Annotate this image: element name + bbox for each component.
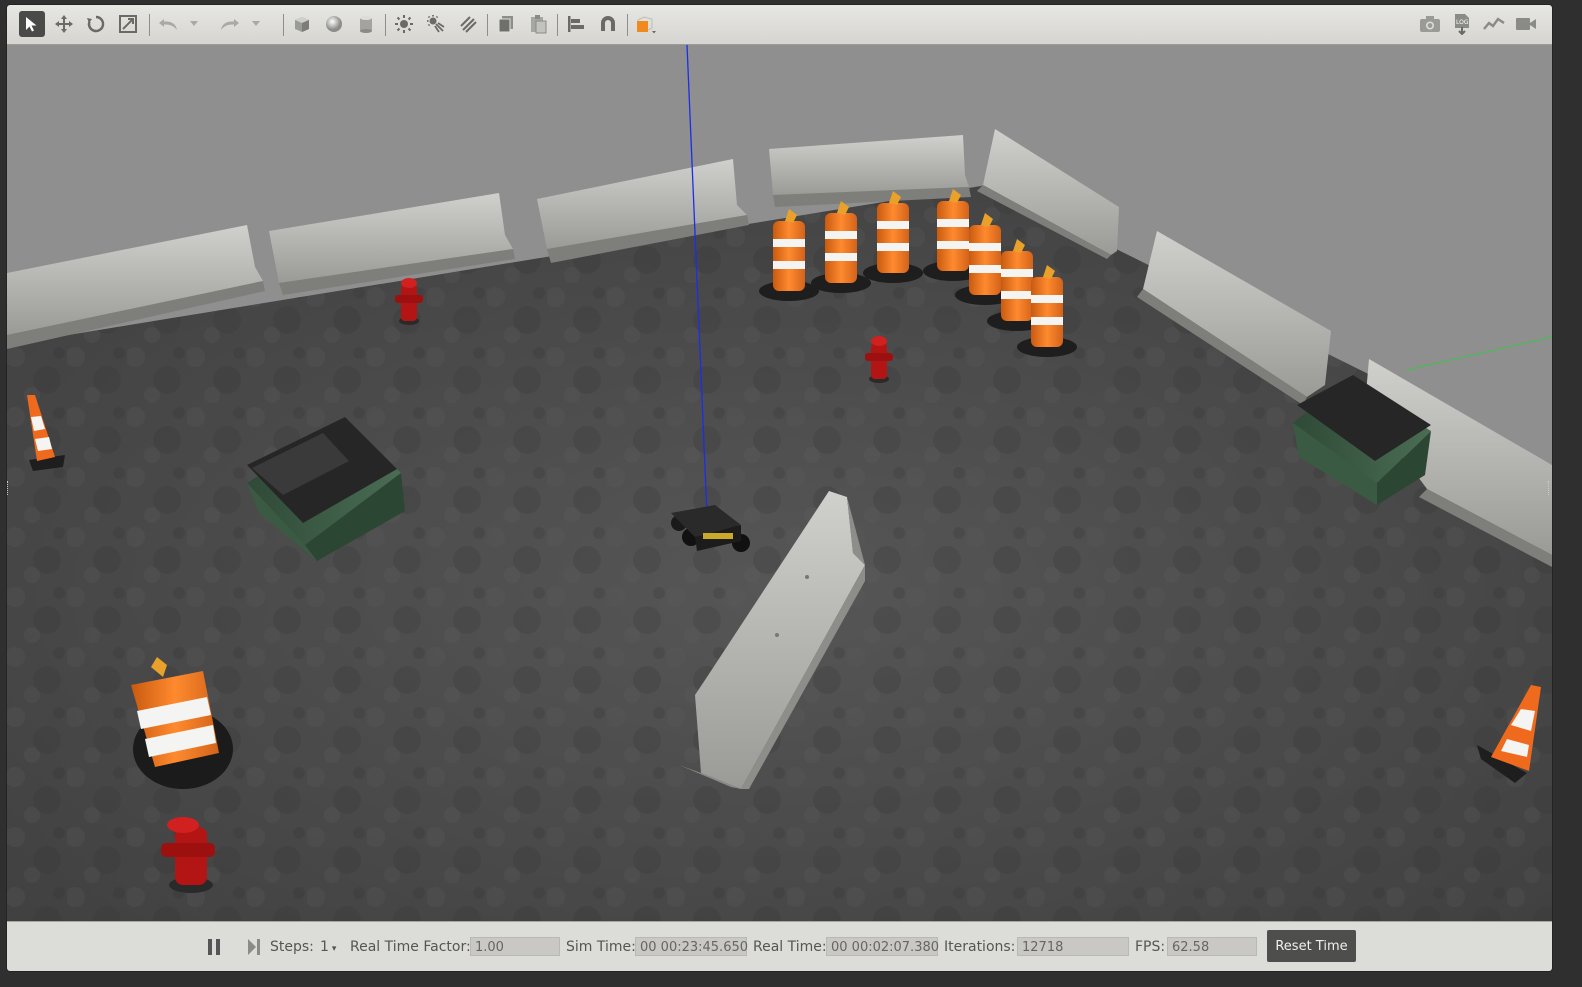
view-angle-icon[interactable]: [633, 11, 659, 37]
iterations-label: Iterations:: [944, 939, 1016, 955]
snap-icon[interactable]: [595, 11, 621, 37]
undo-dropdown-icon[interactable]: [187, 11, 201, 37]
sim-time-label: Sim Time:: [566, 939, 636, 955]
steps-spinbox[interactable]: 1 ▾: [320, 939, 336, 955]
3d-scene-viewport[interactable]: [7, 45, 1552, 921]
svg-text:LOG: LOG: [1456, 19, 1469, 26]
box-shape-icon[interactable]: [289, 11, 315, 37]
main-toolbar: LOG: [7, 5, 1552, 45]
gazebo-window: LOG Steps: 1 ▾ Real Time Factor: 1.00 Si…: [6, 4, 1553, 972]
fps-field: 62.58: [1167, 937, 1257, 956]
point-light-icon[interactable]: [391, 11, 417, 37]
iterations-field: 12718: [1017, 937, 1129, 956]
sphere-shape-icon[interactable]: [321, 11, 347, 37]
align-icon[interactable]: [563, 11, 589, 37]
pause-button[interactable]: [201, 934, 227, 960]
directional-light-icon[interactable]: [455, 11, 481, 37]
translate-mode-icon[interactable]: [51, 11, 77, 37]
chevron-down-icon: ▾: [331, 944, 337, 954]
cylinder-shape-icon[interactable]: [353, 11, 379, 37]
scale-mode-icon[interactable]: [115, 11, 141, 37]
undo-icon[interactable]: [155, 11, 181, 37]
screenshot-icon[interactable]: [1417, 11, 1443, 37]
spot-light-icon[interactable]: [423, 11, 449, 37]
real-time-factor-label: Real Time Factor:: [350, 939, 471, 955]
steps-value: 1: [320, 939, 329, 955]
right-panel-grip[interactable]: [1548, 481, 1552, 495]
fps-label: FPS:: [1135, 939, 1166, 955]
sim-time-field: 00 00:23:45.650: [635, 937, 748, 956]
steps-label: Steps:: [270, 939, 314, 955]
plot-icon[interactable]: [1481, 11, 1507, 37]
paste-icon[interactable]: [525, 11, 551, 37]
copy-icon[interactable]: [493, 11, 519, 37]
simulation-status-bar: Steps: 1 ▾ Real Time Factor: 1.00 Sim Tim…: [7, 921, 1552, 971]
step-button[interactable]: [241, 934, 267, 960]
record-video-icon[interactable]: [1513, 11, 1539, 37]
redo-icon[interactable]: [217, 11, 243, 37]
select-mode-icon[interactable]: [19, 11, 45, 37]
real-time-label: Real Time:: [753, 939, 827, 955]
reset-time-button[interactable]: Reset Time: [1267, 930, 1356, 962]
real-time-factor-field: 1.00: [470, 937, 560, 956]
left-panel-grip[interactable]: [7, 481, 11, 495]
redo-dropdown-icon[interactable]: [249, 11, 263, 37]
log-icon[interactable]: LOG: [1449, 11, 1475, 37]
real-time-field: 00 00:02:07.380: [826, 937, 939, 956]
rotate-mode-icon[interactable]: [83, 11, 109, 37]
